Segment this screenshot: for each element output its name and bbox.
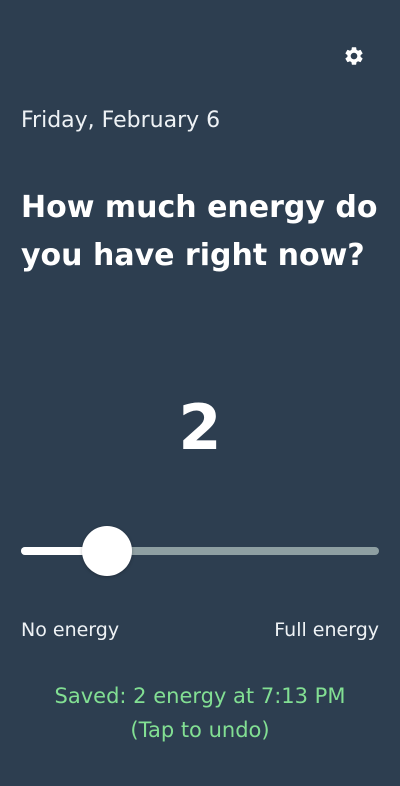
question-heading: How much energy do you have right now? — [21, 190, 378, 273]
saved-status-text: Saved: 2 energy at 7:13 PM — [54, 684, 346, 708]
date-label: Friday, February 6 — [21, 108, 221, 133]
settings-button[interactable] — [340, 42, 368, 70]
undo-save-button[interactable]: Saved: 2 energy at 7:13 PM (Tap to undo) — [0, 679, 400, 747]
slider-max-label: Full energy — [274, 619, 379, 641]
undo-text: (Tap to undo) — [130, 718, 270, 742]
energy-slider[interactable] — [21, 524, 379, 578]
energy-value: 2 — [178, 391, 222, 464]
slider-min-label: No energy — [21, 619, 120, 641]
slider-thumb[interactable] — [82, 526, 132, 576]
gear-icon — [343, 45, 365, 67]
